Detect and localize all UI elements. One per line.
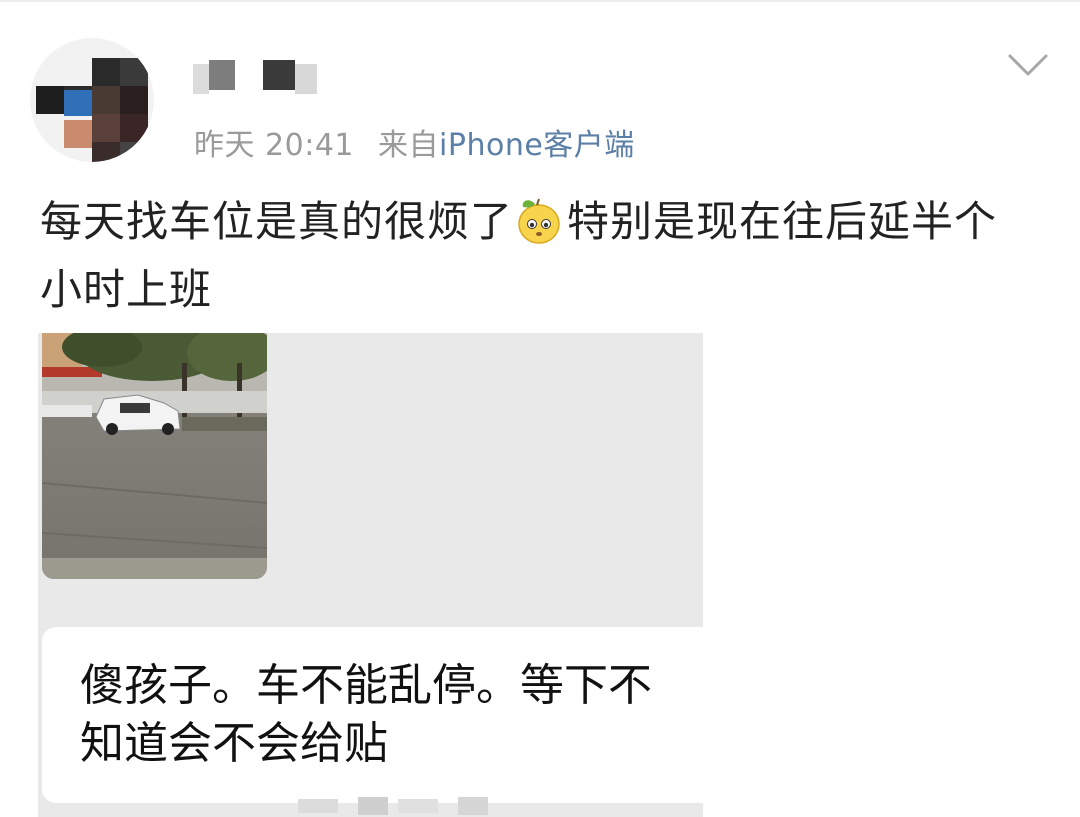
avatar-pixel <box>36 86 64 114</box>
avatar-pixel <box>120 114 148 142</box>
chat-bubble: 傻孩子。车不能乱停。等下不 知道会不会给贴 <box>42 627 703 803</box>
post-source-prefix: 来自 <box>378 128 440 163</box>
username-pixel <box>209 60 235 90</box>
post-image[interactable]: 傻孩子。车不能乱停。等下不 知道会不会给贴 <box>38 333 703 817</box>
chevron-down-icon[interactable] <box>1006 48 1050 82</box>
post-body: 每天找车位是真的很烦了 特别是现在往后延半个小时上班 <box>40 188 1025 324</box>
avatar-pixel <box>92 142 120 162</box>
top-divider <box>0 0 1080 2</box>
blurred-footer <box>298 791 538 817</box>
username-pixel <box>263 60 295 90</box>
chat-bubble-text: 傻孩子。车不能乱停。等下不 知道会不会给贴 <box>80 660 652 769</box>
avatar-pixel <box>64 120 92 148</box>
avatar-pixel <box>92 114 120 142</box>
username-pixel <box>193 64 209 94</box>
avatar-pixel <box>92 86 120 114</box>
post-meta: 昨天 20:41 来自iPhone客户端 <box>194 120 635 164</box>
pear-face-icon <box>515 195 565 245</box>
avatar-pixel <box>120 86 148 114</box>
parking-photo <box>42 333 267 579</box>
post-timestamp: 昨天 20:41 <box>194 128 354 163</box>
avatar[interactable] <box>30 38 154 162</box>
username-pixel <box>295 64 317 94</box>
avatar-pixel <box>64 90 92 116</box>
post-text-part1: 每天找车位是真的很烦了 <box>40 197 514 246</box>
avatar-pixel <box>92 58 120 86</box>
username-obscured[interactable] <box>193 56 333 96</box>
post-source-link[interactable]: iPhone客户端 <box>439 128 635 163</box>
avatar-pixel <box>120 58 148 86</box>
avatar-pixel <box>120 142 148 162</box>
